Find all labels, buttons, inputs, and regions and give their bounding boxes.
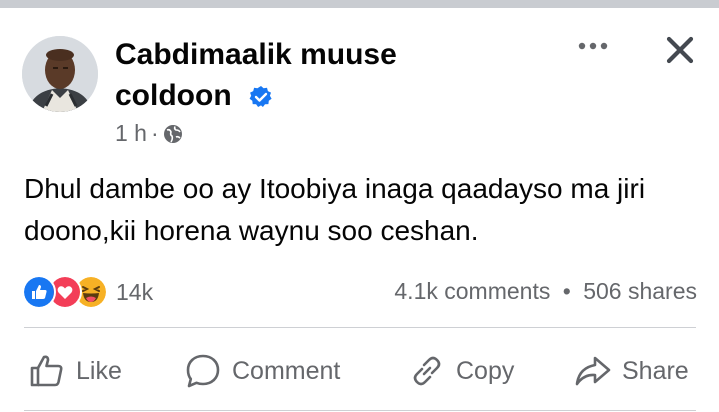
post-time[interactable]: 1 h	[115, 120, 147, 147]
reaction-summary[interactable]: 14k	[22, 275, 153, 309]
actions-divider-top	[24, 327, 696, 328]
verified-badge-icon	[249, 86, 272, 107]
like-label: Like	[76, 356, 122, 385]
post-meta: 1 h ·	[115, 120, 183, 147]
comment-count[interactable]: 4.1k comments	[394, 278, 550, 304]
close-icon[interactable]	[664, 34, 696, 66]
author-name[interactable]: Cabdimaalik muuse coldoon	[115, 34, 445, 116]
more-options-icon[interactable]	[576, 32, 610, 60]
comment-bubble-icon	[186, 354, 220, 388]
post-author[interactable]: Cabdimaalik muuse coldoon	[115, 34, 445, 116]
post-text: Dhul dambe oo ay Itoobiya inaga qaadayso…	[24, 173, 646, 246]
link-icon	[413, 356, 441, 386]
comment-label: Comment	[232, 356, 341, 385]
avatar-image	[22, 36, 98, 112]
thumbs-up-icon	[30, 355, 63, 387]
share-button[interactable]: Share	[574, 346, 689, 396]
post-actions-bar: Like Comment Copy Share	[0, 346, 719, 396]
like-reaction-icon	[22, 275, 56, 309]
like-button[interactable]: Like	[28, 346, 122, 396]
stats-bullet: •	[562, 278, 571, 304]
top-edge-bar	[0, 0, 719, 8]
copy-button[interactable]: Copy	[408, 346, 514, 396]
comment-button[interactable]: Comment	[184, 346, 340, 396]
share-label: Share	[622, 356, 689, 385]
reaction-count[interactable]: 14k	[116, 279, 153, 306]
actions-divider-bottom	[24, 410, 696, 411]
engagement-stats: 4.1k comments • 506 shares	[394, 278, 697, 305]
meta-separator: ·	[150, 120, 159, 146]
share-arrow-icon	[575, 356, 611, 386]
globe-icon	[163, 124, 182, 143]
avatar[interactable]	[22, 36, 98, 112]
copy-label: Copy	[456, 356, 515, 385]
share-count[interactable]: 506 shares	[583, 278, 697, 304]
